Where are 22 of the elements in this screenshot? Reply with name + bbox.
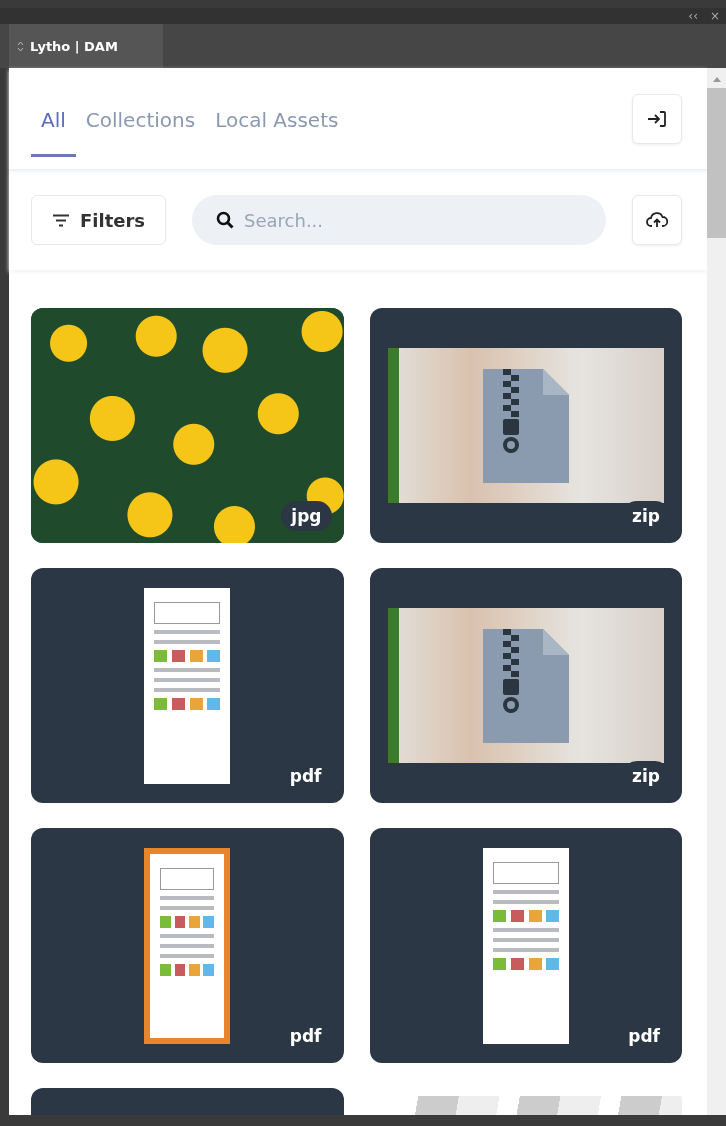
search-field[interactable]: Search...	[192, 195, 606, 245]
cloud-upload-icon	[646, 212, 668, 228]
asset-card[interactable]: pdf	[31, 568, 344, 803]
zip-file-icon	[482, 368, 569, 483]
asset-card[interactable]: zip	[369, 568, 682, 803]
file-type-label: jpg	[281, 501, 332, 531]
panel-tab[interactable]: Lytho | DAM	[9, 24, 163, 68]
asset-card[interactable]: pdf	[31, 828, 344, 1063]
sign-in-icon	[647, 109, 667, 128]
upload-button[interactable]	[632, 195, 682, 245]
scrollbar-thumb[interactable]	[707, 88, 726, 238]
scroll-up-arrow-icon[interactable]	[712, 76, 721, 82]
tab[interactable]: All	[31, 94, 76, 157]
close-button[interactable]: ×	[709, 8, 720, 24]
asset-card[interactable]: zip	[369, 308, 682, 543]
asset-card[interactable]: pdf	[369, 828, 682, 1063]
filters-button[interactable]: Filters	[31, 195, 167, 245]
up-down-chevron-icon	[17, 40, 24, 52]
sign-in-button[interactable]	[632, 93, 682, 144]
filter-icon	[52, 213, 70, 227]
collapse-button[interactable]: ‹‹	[688, 8, 698, 24]
zip-file-icon	[482, 628, 569, 743]
